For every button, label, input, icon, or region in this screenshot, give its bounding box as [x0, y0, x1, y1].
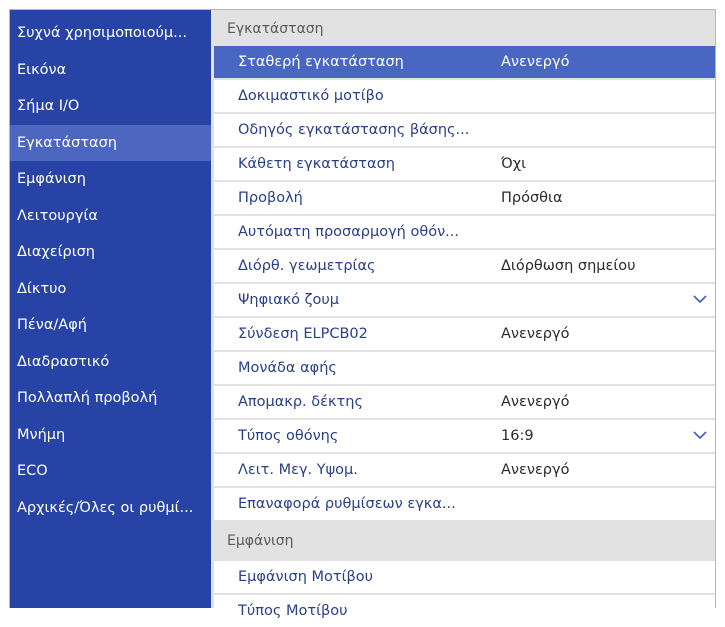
sidebar-item-display[interactable]: Εμφάνιση [10, 161, 211, 198]
setting-projection[interactable]: Προβολή Πρόσθια [214, 182, 715, 214]
setting-digital-zoom[interactable]: Ψηφιακό ζουμ [214, 284, 715, 316]
sidebar-item-reset[interactable]: Αρχικές/Όλες οι ρυθμί... [10, 490, 211, 527]
installation-settings-list: Σταθερή εγκατάσταση Ανενεργό Δοκιμαστικό… [214, 46, 715, 520]
setting-label: Οδηγός εγκατάστασης βάσης... [238, 122, 470, 138]
setting-label: Σταθερή εγκατάσταση [238, 54, 404, 70]
setting-label: Σύνδεση ELPCB02 [238, 326, 368, 342]
sidebar-item-signal-io[interactable]: Σήμα I/O [10, 88, 211, 125]
setting-mount-wizard[interactable]: Οδηγός εγκατάστασης βάσης... [214, 114, 715, 146]
sidebar-item-operation[interactable]: Λειτουργία [10, 198, 211, 235]
setting-label: Προβολή [238, 190, 303, 206]
sidebar-item-frequently-used[interactable]: Συχνά χρησιμοποιούμ... [10, 15, 211, 52]
sidebar-item-management[interactable]: Διαχείριση [10, 234, 211, 271]
setting-label: Επαναφορά ρυθμίσεων εγκα... [238, 496, 456, 512]
sidebar-item-eco[interactable]: ECO [10, 453, 211, 490]
setting-value: Όχι [501, 156, 527, 172]
setting-reset-installation[interactable]: Επαναφορά ρυθμίσεων εγκα... [214, 488, 715, 520]
settings-panel: Εγκατάσταση Σταθερή εγκατάσταση Ανενεργό… [211, 10, 715, 627]
setting-vertical-installation[interactable]: Κάθετη εγκατάσταση Όχι [214, 148, 715, 180]
chevron-down-icon[interactable] [692, 429, 708, 441]
setting-label: Λειτ. Μεγ. Υψομ. [238, 462, 358, 478]
setting-label: Δοκιμαστικό μοτίβο [238, 88, 384, 104]
setting-value: Ανενεργό [501, 462, 570, 478]
setting-touch-unit[interactable]: Μονάδα αφής [214, 352, 715, 384]
setting-elpcb02-connection[interactable]: Σύνδεση ELPCB02 Ανενεργό [214, 318, 715, 350]
setting-fixed-installation[interactable]: Σταθερή εγκατάσταση Ανενεργό [214, 46, 715, 78]
setting-label: Απομακρ. δέκτης [238, 394, 363, 410]
setting-value: Ανενεργό [501, 54, 570, 70]
sidebar-item-multi-projection[interactable]: Πολλαπλή προβολή [10, 380, 211, 417]
setting-pattern-display[interactable]: Εμφάνιση Μοτίβου [214, 561, 715, 593]
sidebar-menu: Συχνά χρησιμοποιούμ... Εικόνα Σήμα I/O Ε… [10, 10, 211, 608]
setting-screen-type[interactable]: Τύπος οθόνης 16:9 [214, 420, 715, 452]
setting-label: Αυτόματη προσαρμογή οθόν... [238, 224, 459, 240]
setting-test-pattern[interactable]: Δοκιμαστικό μοτίβο [214, 80, 715, 112]
chevron-down-icon[interactable] [692, 293, 708, 305]
setting-label: Κάθετη εγκατάσταση [238, 156, 395, 172]
setting-value: Ανενεργό [501, 326, 570, 342]
display-settings-list: Εμφάνιση Μοτίβου Τύπος Μοτίβου [214, 561, 715, 627]
settings-window: Συχνά χρησιμοποιούμ... Εικόνα Σήμα I/O Ε… [9, 9, 716, 627]
setting-label: Διόρθ. γεωμετρίας [238, 258, 376, 274]
setting-label: Ψηφιακό ζουμ [238, 292, 340, 308]
setting-pattern-type[interactable]: Τύπος Μοτίβου [214, 595, 715, 627]
sidebar-item-memory[interactable]: Μνήμη [10, 417, 211, 454]
setting-auto-screen-fit[interactable]: Αυτόματη προσαρμογή οθόν... [214, 216, 715, 248]
sidebar-item-interactive[interactable]: Διαδραστικό [10, 344, 211, 381]
setting-label: Μονάδα αφής [238, 360, 337, 376]
setting-value: Διόρθωση σημείου [501, 258, 636, 274]
setting-label: Εμφάνιση Μοτίβου [238, 569, 374, 585]
sidebar-item-image[interactable]: Εικόνα [10, 52, 211, 89]
section-title-display: Εμφάνιση [214, 522, 715, 561]
setting-high-altitude-mode[interactable]: Λειτ. Μεγ. Υψομ. Ανενεργό [214, 454, 715, 486]
setting-value: Ανενεργό [501, 394, 570, 410]
setting-remote-receiver[interactable]: Απομακρ. δέκτης Ανενεργό [214, 386, 715, 418]
section-title-installation: Εγκατάσταση [214, 10, 715, 46]
setting-value: 16:9 [501, 428, 534, 444]
setting-label: Τύπος Μοτίβου [238, 603, 348, 619]
setting-value: Πρόσθια [501, 190, 563, 206]
sidebar-item-installation[interactable]: Εγκατάσταση [10, 124, 211, 161]
sidebar-item-network[interactable]: Δίκτυο [10, 271, 211, 308]
sidebar-item-pen-touch[interactable]: Πένα/Αφή [10, 307, 211, 344]
setting-label: Τύπος οθόνης [238, 428, 339, 444]
setting-geometry-correction[interactable]: Διόρθ. γεωμετρίας Διόρθωση σημείου [214, 250, 715, 282]
